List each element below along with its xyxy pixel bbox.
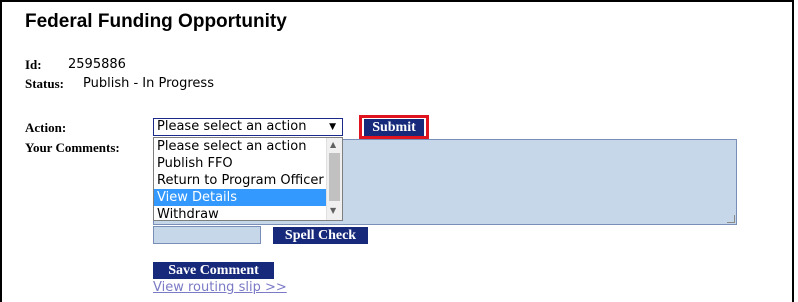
action-select-value: Please select an action [157, 119, 307, 134]
spell-check-button[interactable]: Spell Check [273, 227, 368, 244]
status-value: Publish - In Progress [83, 76, 214, 91]
dropdown-option[interactable]: Withdraw [154, 206, 328, 220]
id-label: Id: [25, 57, 42, 72]
dropdown-option[interactable]: Publish FFO [154, 155, 328, 172]
scroll-up-icon[interactable]: ▲ [330, 140, 336, 149]
action-label: Action: [25, 120, 67, 135]
scrollbar-thumb[interactable] [329, 153, 340, 201]
dropdown-option[interactable]: Return to Program Officer [154, 172, 328, 189]
action-dropdown-list[interactable]: Please select an action Publish FFO Retu… [153, 137, 343, 221]
page-title: Federal Funding Opportunity [25, 11, 287, 32]
dropdown-option[interactable]: Please select an action [154, 138, 328, 155]
action-select[interactable]: Please select an action ▼ [153, 118, 343, 136]
chevron-down-icon: ▼ [329, 122, 336, 132]
dropdown-scrollbar[interactable]: ▲ ▼ [326, 138, 342, 220]
scroll-down-icon[interactable]: ▼ [330, 206, 336, 215]
status-label: Status: [25, 76, 65, 91]
spell-check-input[interactable] [153, 226, 261, 244]
id-value: 2595886 [68, 57, 126, 72]
save-comment-button[interactable]: Save Comment [153, 262, 274, 279]
dropdown-option-selected[interactable]: View Details [154, 189, 328, 206]
resize-handle-icon[interactable] [727, 215, 735, 223]
comments-label: Your Comments: [25, 140, 120, 155]
view-routing-slip-link[interactable]: View routing slip >> [153, 280, 287, 295]
submit-button[interactable]: Submit [364, 119, 424, 136]
